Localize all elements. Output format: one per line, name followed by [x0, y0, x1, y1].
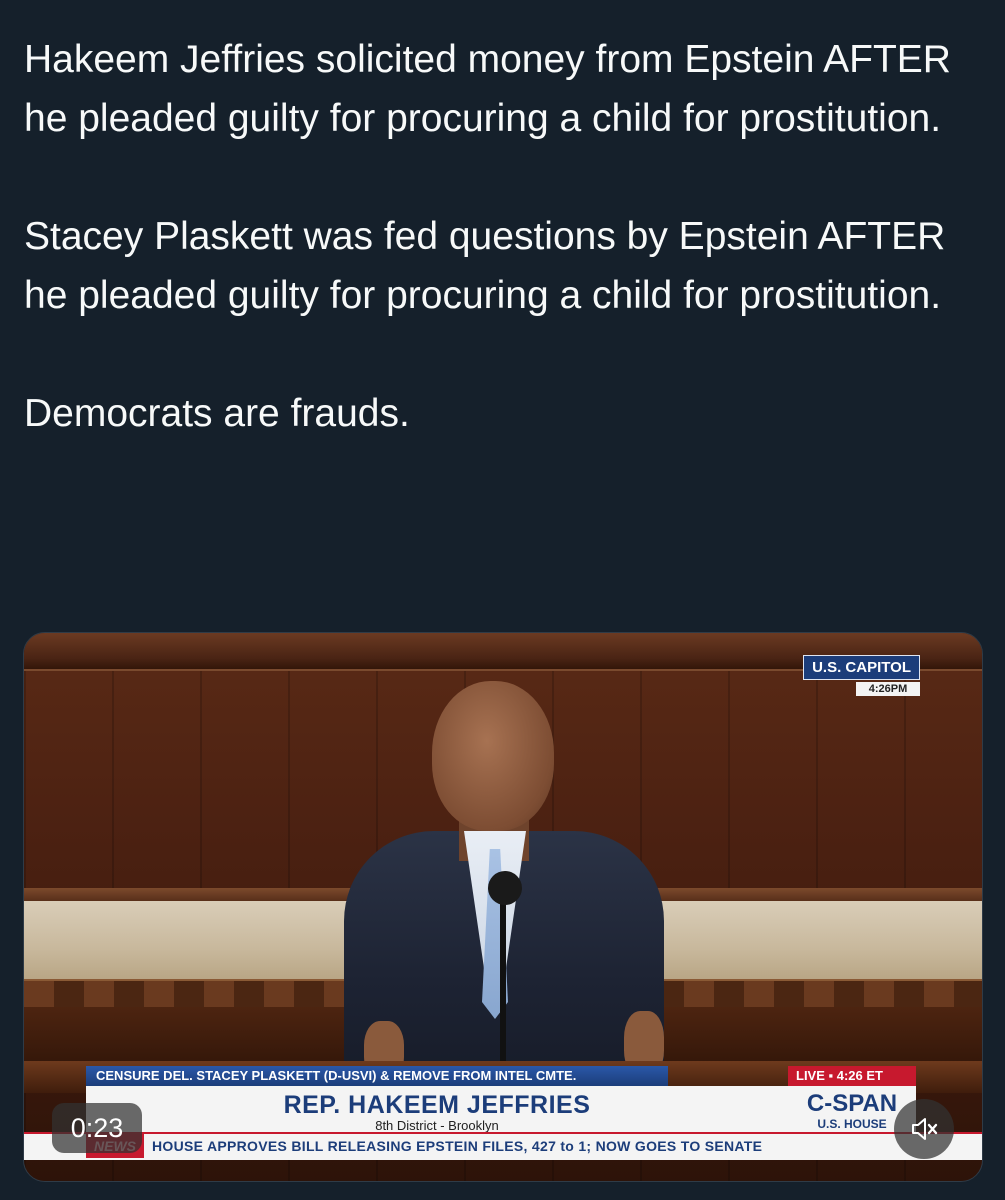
live-badge: LIVE ▪ 4:26 ET — [788, 1066, 916, 1086]
mute-button[interactable] — [894, 1099, 954, 1159]
location-bug: U.S. CAPITOL 4:26PM — [803, 655, 920, 696]
video-player[interactable]: U.S. CAPITOL 4:26PM CENSURE DEL. STACEY … — [23, 632, 983, 1182]
tweet-paragraph-1: Hakeem Jeffries solicited money from Eps… — [24, 38, 951, 140]
location-time: 4:26PM — [856, 682, 920, 696]
speaker-lower-third: REP. HAKEEM JEFFRIES 8th District - Broo… — [86, 1086, 788, 1133]
head — [432, 681, 554, 831]
microphone-stand — [500, 886, 506, 1086]
network-logo: C-SPAN — [806, 1090, 898, 1117]
news-ticker: NEWSHOUSE APPROVES BILL RELEASING EPSTEI… — [24, 1132, 982, 1160]
speaker-name: REP. HAKEEM JEFFRIES — [283, 1091, 591, 1119]
ticker-text: HOUSE APPROVES BILL RELEASING EPSTEIN FI… — [152, 1138, 763, 1154]
location-label: U.S. CAPITOL — [803, 655, 920, 680]
speaker-figure — [324, 681, 684, 1086]
microphone — [488, 871, 522, 905]
elapsed-time: 0:23 — [52, 1103, 142, 1153]
tweet-paragraph-2: Stacey Plaskett was fed questions by Eps… — [24, 215, 946, 317]
tweet-paragraph-3: Democrats are frauds. — [24, 392, 410, 435]
speaker-muted-icon — [912, 1118, 938, 1140]
speaker-district: 8th District - Brooklyn — [375, 1118, 499, 1133]
headline-banner: CENSURE DEL. STACEY PLASKETT (D-USVI) & … — [86, 1066, 668, 1086]
tweet-text: Hakeem Jeffries solicited money from Eps… — [24, 30, 984, 443]
